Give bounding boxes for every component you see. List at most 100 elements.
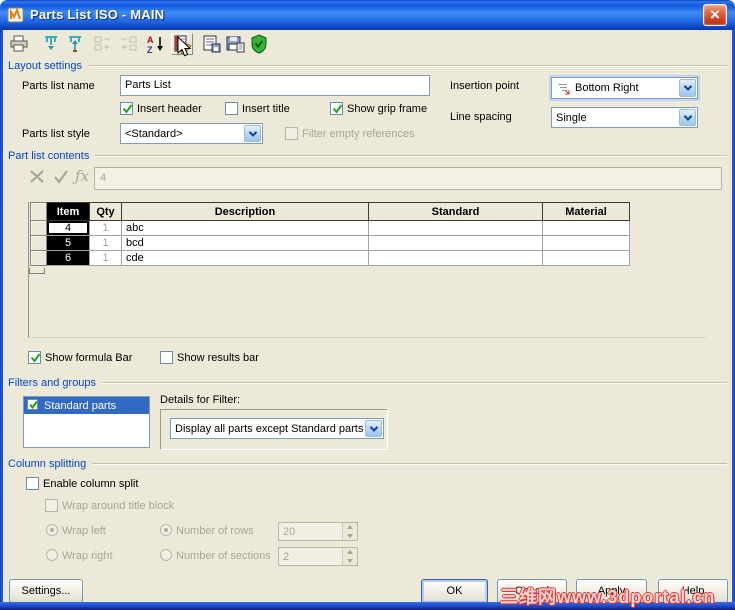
parts-list-style-value: <Standard>	[125, 127, 183, 140]
number-of-rows-value: 20	[283, 526, 296, 538]
column-header-material[interactable]: Material	[542, 202, 630, 221]
formula-input[interactable]: 4	[94, 167, 722, 190]
table-row: 6 1 cde	[30, 250, 630, 266]
sort-az-icon[interactable]: A Z	[145, 33, 167, 55]
number-of-sections-label: Number of sections	[176, 550, 271, 562]
append-row-icon[interactable]	[64, 33, 86, 55]
column-header-item[interactable]: Item	[46, 202, 90, 221]
number-of-sections-radio	[160, 549, 172, 561]
cell-qty[interactable]: 1	[89, 235, 122, 251]
filter-details-combo[interactable]: Display all parts except Standard parts	[170, 418, 384, 439]
row-selector[interactable]	[30, 235, 47, 251]
section-divider	[102, 382, 727, 383]
list-item[interactable]: Standard parts	[24, 397, 149, 414]
spin-down-icon	[343, 556, 357, 565]
cell-description[interactable]: bcd	[121, 235, 369, 251]
svg-text:A: A	[147, 35, 154, 45]
cell-standard[interactable]	[368, 235, 543, 251]
insertion-point-label: Insertion point	[450, 80, 520, 92]
cell-item[interactable]: 4	[46, 220, 90, 236]
close-button[interactable]: ×	[703, 4, 727, 26]
watermark: 三维网www.3dportal.cn	[500, 587, 716, 607]
parts-grid-panel[interactable]: Item Qty Description Standard Material 4…	[28, 202, 706, 338]
table-row: 5 1 bcd	[30, 235, 630, 251]
column-header-standard[interactable]: Standard	[368, 202, 543, 221]
save-table-icon[interactable]	[224, 33, 246, 55]
cell-material[interactable]	[542, 235, 630, 251]
filters-and-groups-section: Filters and groups	[8, 376, 727, 389]
parts-list-dialog: Parts List ISO - MAIN × A Z Layout setti…	[0, 0, 735, 610]
section-label: Column splitting	[8, 457, 87, 470]
corner-selector[interactable]	[30, 202, 47, 221]
line-spacing-combo[interactable]: Single	[551, 107, 698, 128]
accept-formula-icon	[53, 169, 70, 188]
parts-list-name-input[interactable]: Parts List	[120, 75, 430, 96]
show-results-bar-label: Show results bar	[177, 352, 259, 364]
cell-qty[interactable]: 1	[89, 220, 122, 236]
app-icon	[7, 6, 25, 27]
cell-item[interactable]: 6	[46, 250, 90, 266]
dropdown-arrow[interactable]	[679, 79, 696, 97]
layout-settings-section: Layout settings	[8, 59, 727, 72]
filter-empty-references-checkbox	[285, 127, 298, 140]
cell-standard[interactable]	[368, 220, 543, 236]
column-header-qty[interactable]: Qty	[89, 202, 122, 221]
function-icon: ƒx	[75, 167, 90, 185]
cell-material[interactable]	[542, 220, 630, 236]
cell-description[interactable]: cde	[121, 250, 369, 266]
wrap-left-radio	[46, 524, 58, 536]
parts-table: Item Qty Description Standard Material 4…	[30, 202, 630, 266]
dropdown-arrow[interactable]	[365, 420, 382, 437]
dropdown-arrow[interactable]	[244, 125, 261, 142]
enable-column-split-checkbox[interactable]	[26, 477, 39, 490]
filter-empty-references-label: Filter empty references	[302, 128, 415, 140]
show-results-bar-checkbox[interactable]	[160, 351, 173, 364]
filters-listbox[interactable]: Standard parts	[23, 396, 150, 448]
parts-list-style-combo[interactable]: <Standard>	[120, 123, 263, 144]
spin-down-icon	[343, 531, 357, 540]
cell-material[interactable]	[542, 250, 630, 266]
column-header-description[interactable]: Description	[121, 202, 369, 221]
titlebar[interactable]: Parts List ISO - MAIN ×	[0, 0, 735, 30]
cell-description[interactable]: abc	[121, 220, 369, 236]
cell-qty[interactable]: 1	[89, 250, 122, 266]
insert-row-icon[interactable]	[40, 33, 62, 55]
parts-list-style-label: Parts list style	[22, 128, 90, 140]
enable-column-split-label: Enable column split	[43, 478, 139, 490]
wrap-right-label: Wrap right	[62, 550, 113, 562]
insert-title-label: Insert title	[242, 103, 290, 115]
dropdown-arrow[interactable]	[679, 109, 696, 126]
show-grip-frame-checkbox[interactable]	[330, 102, 343, 115]
insert-header-checkbox[interactable]	[120, 102, 133, 115]
row-selector[interactable]	[30, 250, 47, 266]
row-selector[interactable]	[30, 220, 47, 236]
number-of-sections-value: 2	[283, 551, 290, 563]
number-of-sections-spinner: 2	[278, 547, 358, 566]
insert-title-checkbox[interactable]	[225, 102, 238, 115]
shield-icon[interactable]	[248, 33, 270, 55]
line-spacing-value: Single	[556, 111, 587, 124]
details-for-filter-label: Details for Filter:	[160, 394, 241, 406]
section-divider	[92, 463, 727, 464]
show-grip-frame-label: Show grip frame	[347, 103, 428, 115]
standard-parts-checkbox[interactable]	[27, 399, 38, 410]
spin-up-icon	[343, 548, 357, 557]
line-spacing-label: Line spacing	[450, 111, 512, 123]
cancel-formula-icon	[29, 169, 46, 188]
cell-item[interactable]: 5	[46, 235, 90, 251]
number-of-rows-spinner: 20	[278, 522, 358, 541]
insert-table-icon[interactable]	[201, 33, 223, 55]
details-for-filter-box: Display all parts except Standard parts	[160, 409, 388, 450]
new-row-stub	[29, 268, 45, 274]
insertion-point-combo[interactable]: Bottom Right	[549, 75, 700, 101]
show-formula-bar-label: Show formula Bar	[45, 352, 133, 364]
ok-button[interactable]: OK	[421, 579, 488, 604]
show-formula-bar-checkbox[interactable]	[28, 351, 41, 364]
insertion-point-icon	[558, 83, 570, 94]
settings-button[interactable]: Settings...	[9, 579, 83, 604]
standard-parts-label: Standard parts	[44, 399, 117, 412]
header-row: Item Qty Description Standard Material	[30, 202, 630, 221]
section-label: Part list contents	[8, 149, 90, 162]
print-icon[interactable]	[8, 33, 30, 55]
cell-standard[interactable]	[368, 250, 543, 266]
